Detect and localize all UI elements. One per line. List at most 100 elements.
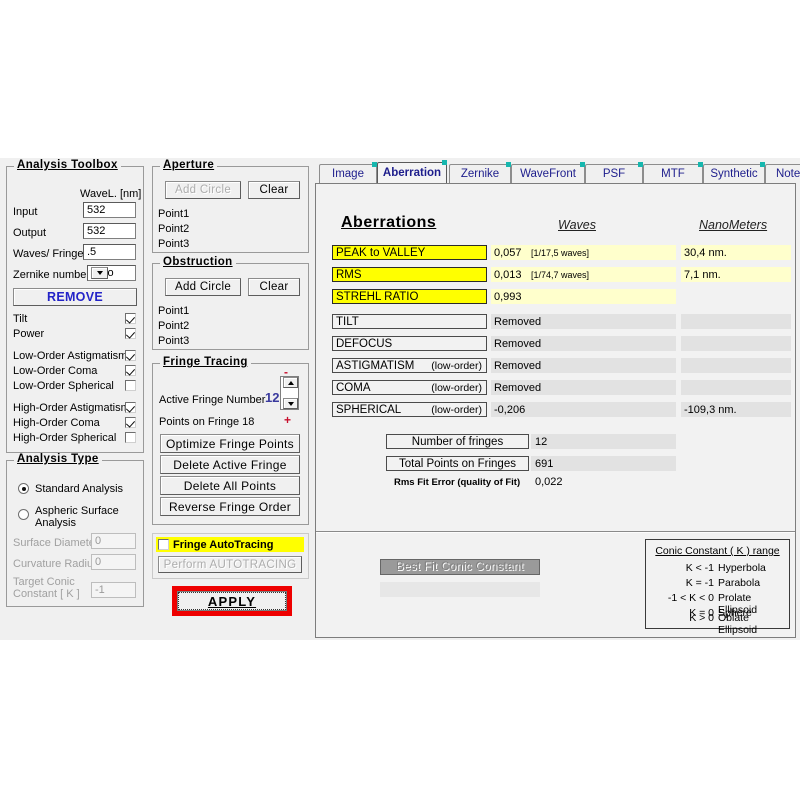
list-item[interactable]: Point3 <box>158 237 189 252</box>
right-panel: Image Aberration Zernike WaveFront PSF M… <box>315 161 796 638</box>
wavelength-header: WaveL. [nm] <box>80 188 141 200</box>
checkbox-power[interactable] <box>125 328 136 339</box>
spinner-down-icon[interactable] <box>283 398 298 409</box>
tab-wavefront[interactable]: WaveFront <box>511 164 585 183</box>
autotracing-group: Fringe AutoTracing Perform AUTOTRACING <box>152 533 309 579</box>
tab-label: WaveFront <box>520 168 576 180</box>
tab-synthetic[interactable]: Synthetic <box>703 164 765 183</box>
optimize-fringe-points-button[interactable]: Optimize Fringe Points <box>160 434 300 453</box>
peak-to-valley-waves-note: [1/17,5 waves] <box>531 248 589 258</box>
analysis-type-group: Analysis Type Standard Analysis Aspheric… <box>6 460 144 607</box>
waves-per-fringe-field[interactable]: .5 <box>83 244 136 260</box>
radio-label-aspheric-surface-analysis: Aspheric Surface <box>35 505 119 517</box>
panel-divider <box>316 531 795 533</box>
conic-range-type-1: Parabola <box>718 577 760 589</box>
output-label: Output <box>13 227 46 239</box>
value-bar <box>681 358 791 373</box>
tab-label: PSF <box>603 168 625 180</box>
points-on-fringe-label: Points on Fringe 18 <box>159 416 254 428</box>
value-bar <box>681 314 791 329</box>
aperture-clear-button[interactable]: Clear <box>248 181 300 199</box>
fringe-increment-marker[interactable]: + <box>284 414 291 426</box>
conic-range-k-0: K < -1 <box>650 562 714 574</box>
list-item[interactable]: Point1 <box>158 304 189 319</box>
zernike-number-label: Zernike number <box>13 269 90 281</box>
checkbox-tilt[interactable] <box>125 313 136 324</box>
checkbox-low-order-spherical[interactable] <box>125 380 136 391</box>
obstruction-group: Obstruction Add Circle Clear Point1 Poin… <box>152 263 309 350</box>
tab-mtf[interactable]: MTF <box>643 164 703 183</box>
strehl-ratio-waves: 0,993 <box>494 291 522 303</box>
active-fringe-number-label: Active Fringe Number <box>159 394 265 406</box>
curvature-radius-field[interactable]: 0 <box>91 554 136 570</box>
row-suffix: (low-order) <box>431 382 482 394</box>
checkbox-label-high-order-astigmatism: High-Order Astigmatism <box>13 402 130 414</box>
app-root: Analysis Toolbox WaveL. [nm] Input 532 O… <box>0 158 800 640</box>
total-points-on-fringes-value: 691 <box>535 458 553 470</box>
aberrations-title: Aberrations <box>341 214 436 232</box>
checkbox-high-order-astigmatism[interactable] <box>125 402 136 413</box>
tab-psf[interactable]: PSF <box>585 164 643 183</box>
tab-strip: Image Aberration Zernike WaveFront PSF M… <box>315 161 796 185</box>
checkbox-fringe-autotracing[interactable] <box>158 539 169 550</box>
tab-notes[interactable]: Notes <box>765 164 800 183</box>
chevron-down-icon[interactable] <box>91 267 108 279</box>
delete-all-points-button[interactable]: Delete All Points <box>160 476 300 495</box>
aberration-tab-panel: Aberrations Waves NanoMeters PEAK to VAL… <box>315 183 796 638</box>
conic-range-title: Conic Constant ( K ) range <box>646 545 789 557</box>
perform-autotracing-button[interactable]: Perform AUTOTRACING <box>158 556 302 573</box>
radio-standard-analysis[interactable] <box>18 483 29 494</box>
best-fit-conic-constant-button[interactable]: Best Fit Conic Constant <box>380 559 540 575</box>
checkbox-high-order-coma[interactable] <box>125 417 136 428</box>
surface-diameter-field[interactable]: 0 <box>91 533 136 549</box>
row-rms: RMS <box>332 267 487 282</box>
value-bar <box>681 380 791 395</box>
row-number-of-fringes: Number of fringes <box>386 434 529 449</box>
radio-label-aspheric-surface-analysis-line2: Analysis <box>35 517 76 529</box>
tab-label: Notes <box>776 168 800 180</box>
rms-fit-error-label: Rms Fit Error (quality of Fit) <box>394 477 520 488</box>
tab-image[interactable]: Image <box>319 164 377 183</box>
list-item[interactable]: Point3 <box>158 334 189 349</box>
conic-constant-range-box: Conic Constant ( K ) range K < -1 Hyperb… <box>645 539 790 629</box>
zernike-number-select[interactable]: Auto <box>87 265 136 281</box>
row-label: SPHERICAL <box>336 404 401 416</box>
checkbox-low-order-coma[interactable] <box>125 365 136 376</box>
fringe-tracing-group: Fringe Tracing - Active Fringe Number 12… <box>152 363 309 525</box>
row-suffix: (low-order) <box>431 404 482 416</box>
aperture-add-circle-button[interactable]: Add Circle <box>165 181 241 199</box>
radio-aspheric-surface-analysis[interactable] <box>18 509 29 520</box>
checkbox-high-order-spherical[interactable] <box>125 432 136 443</box>
tab-label: Image <box>332 168 364 180</box>
tab-zernike[interactable]: Zernike <box>449 164 511 183</box>
input-label: Input <box>13 206 37 218</box>
obstruction-point-list: Point1 Point2 Point3 <box>158 304 189 349</box>
checkbox-low-order-astigmatism[interactable] <box>125 350 136 361</box>
checkbox-label-fringe-autotracing: Fringe AutoTracing <box>173 539 273 551</box>
number-of-fringes-value: 12 <box>535 436 547 448</box>
row-label: TILT <box>336 316 359 328</box>
remove-button[interactable]: REMOVE <box>13 288 137 306</box>
reverse-fringe-order-button[interactable]: Reverse Fringe Order <box>160 497 300 516</box>
output-field[interactable]: 532 <box>83 223 136 239</box>
peak-to-valley-nanometers: 30,4 nm. <box>684 247 727 259</box>
spinner-up-icon[interactable] <box>283 377 298 388</box>
tab-aberration[interactable]: Aberration <box>377 162 447 183</box>
list-item[interactable]: Point2 <box>158 319 189 334</box>
row-strehl-ratio: STREHL RATIO <box>332 289 487 304</box>
tilt-waves: Removed <box>494 316 541 328</box>
target-conic-constant-field[interactable]: -1 <box>91 582 136 598</box>
obstruction-clear-button[interactable]: Clear <box>248 278 300 296</box>
list-item[interactable]: Point1 <box>158 207 189 222</box>
row-astigmatism-low-order: ASTIGMATISM(low-order) <box>332 358 487 373</box>
delete-active-fringe-button[interactable]: Delete Active Fringe <box>160 455 300 474</box>
tab-corner-icon <box>442 160 447 165</box>
waves-per-fringe-label: Waves/ Fringe <box>13 248 84 260</box>
fringe-tracing-legend: Fringe Tracing <box>160 356 251 368</box>
tab-label: MTF <box>661 168 685 180</box>
list-item[interactable]: Point2 <box>158 222 189 237</box>
active-fringe-spinner[interactable] <box>280 376 299 410</box>
input-field[interactable]: 532 <box>83 202 136 218</box>
obstruction-add-circle-button[interactable]: Add Circle <box>165 278 241 296</box>
apply-button[interactable]: APPLY <box>178 592 286 610</box>
